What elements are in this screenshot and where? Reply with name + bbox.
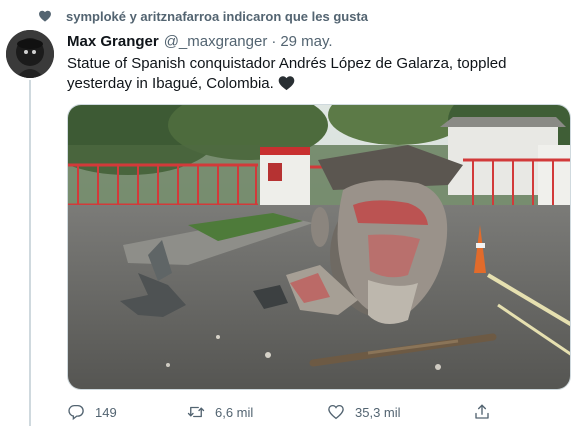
thread-line [29, 80, 31, 426]
black-heart-emoji-icon [278, 75, 295, 97]
like-count: 35,3 mil [355, 404, 401, 420]
avatar-image [6, 30, 54, 78]
tweet-date[interactable]: 29 may. [280, 33, 332, 50]
retweet-count: 6,6 mil [215, 404, 254, 420]
separator: · [271, 33, 277, 50]
avatar[interactable] [6, 30, 54, 78]
reply-button[interactable]: 149 [67, 403, 117, 421]
reply-icon [68, 404, 84, 421]
social-context[interactable]: symploké y aritznafarroa indicaron que l… [38, 6, 368, 26]
heart-icon [39, 10, 51, 22]
tweet[interactable]: Max Granger @_maxgranger · 29 may. Statu… [67, 33, 577, 97]
share-button[interactable] [473, 403, 501, 421]
tweet-actions: 149 6,6 mil 35,3 mil [67, 400, 577, 424]
author-handle[interactable]: @_maxgranger [164, 33, 268, 50]
retweet-icon [187, 406, 205, 418]
like-icon [328, 404, 344, 420]
tweet-header: Max Granger @_maxgranger · 29 may. [67, 33, 577, 50]
photo-statue-toppled [68, 105, 570, 389]
tweet-media-photo[interactable] [67, 104, 571, 390]
tweet-text-container: Statue of Spanish conquistador Andrés Ló… [67, 54, 573, 97]
reply-count: 149 [95, 404, 117, 420]
like-button[interactable]: 35,3 mil [327, 403, 401, 421]
author-name[interactable]: Max Granger [67, 33, 159, 50]
share-icon [475, 404, 489, 419]
social-context-text: symploké y aritznafarroa indicaron que l… [66, 8, 368, 24]
retweet-button[interactable]: 6,6 mil [187, 403, 253, 421]
